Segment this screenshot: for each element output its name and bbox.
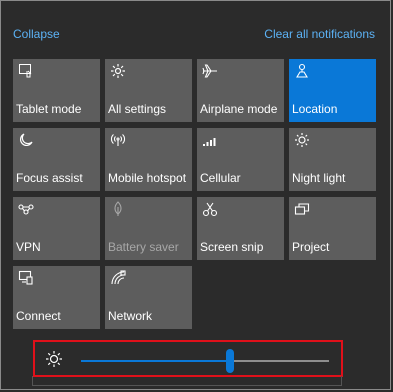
tile-label: Connect: [16, 309, 61, 323]
tile-label: Focus assist: [16, 171, 83, 185]
tile-label: VPN: [16, 240, 41, 254]
airplane-icon: [202, 63, 218, 79]
connect-icon: [18, 270, 34, 286]
tile-cellular[interactable]: Cellular: [197, 128, 284, 191]
tile-label: Cellular: [200, 171, 241, 185]
tile-location[interactable]: Location: [289, 59, 376, 122]
tile-vpn[interactable]: VPN: [13, 197, 100, 260]
tile-airplane-mode[interactable]: Airplane mode: [197, 59, 284, 122]
tile-label: Tablet mode: [16, 102, 82, 116]
tile-network[interactable]: Network: [105, 266, 192, 329]
tile-mobile-hotspot[interactable]: Mobile hotspot: [105, 128, 192, 191]
tile-label: Mobile hotspot: [108, 171, 187, 185]
tile-battery-saver[interactable]: Battery saver: [105, 197, 192, 260]
tile-label: Location: [292, 102, 338, 116]
tile-label: Airplane mode: [200, 102, 278, 116]
collapse-link[interactable]: Collapse: [13, 27, 60, 41]
tile-label: Network: [108, 309, 153, 323]
hotspot-icon: [110, 132, 126, 148]
tile-tablet-mode[interactable]: Tablet mode: [13, 59, 100, 122]
tile-connect[interactable]: Connect: [13, 266, 100, 329]
tile-all-settings[interactable]: All settings: [105, 59, 192, 122]
brightness-slider-track[interactable]: [81, 349, 329, 373]
tile-label: Battery saver: [108, 240, 179, 254]
sun-icon: [294, 132, 310, 148]
brightness-slider-highlight: [33, 340, 343, 377]
tile-label: Project: [292, 240, 330, 254]
tile-screen-snip[interactable]: Screen snip: [197, 197, 284, 260]
tile-night-light[interactable]: Night light: [289, 128, 376, 191]
gear-icon: [110, 63, 126, 79]
tile-focus-assist[interactable]: Focus assist: [13, 128, 100, 191]
brightness-slider-thumb[interactable]: [225, 349, 234, 373]
tile-label: Screen snip: [200, 240, 264, 254]
leaf-icon: [110, 201, 126, 217]
network-icon: [110, 270, 126, 286]
slider-shadow: [32, 376, 342, 386]
brightness-icon: [45, 350, 63, 368]
project-icon: [294, 201, 310, 217]
tile-label: Night light: [292, 171, 346, 185]
brightness-slider-fill: [81, 360, 230, 362]
moon-icon: [18, 132, 34, 148]
signal-icon: [202, 132, 218, 148]
location-icon: [294, 63, 310, 79]
tile-label: All settings: [108, 102, 167, 116]
tile-project[interactable]: Project: [289, 197, 376, 260]
clear-all-notifications-link[interactable]: Clear all notifications: [264, 27, 375, 41]
scissors-icon: [202, 201, 218, 217]
vpn-icon: [18, 201, 34, 217]
tablet-icon: [18, 63, 34, 79]
